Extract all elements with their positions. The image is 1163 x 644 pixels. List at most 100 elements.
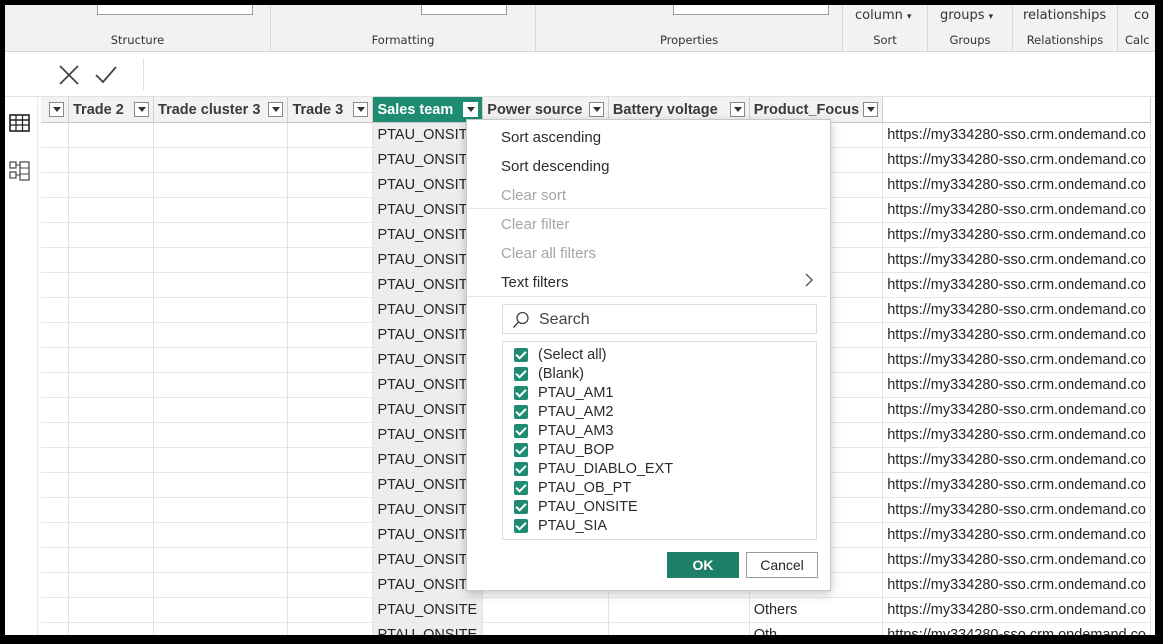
filter-search-box[interactable]	[502, 304, 817, 334]
table-cell[interactable]	[153, 122, 289, 148]
table-cell[interactable]	[41, 272, 69, 298]
table-cell[interactable]	[153, 597, 289, 623]
table-cell[interactable]	[287, 297, 374, 323]
table-cell[interactable]	[287, 222, 374, 248]
table-cell[interactable]	[68, 522, 155, 548]
table-cell[interactable]	[41, 297, 69, 323]
cell-url[interactable]: https://my334280-sso.crm.ondemand.co	[882, 247, 1151, 273]
checkbox-checked-icon[interactable]	[514, 348, 528, 362]
cell-url[interactable]: https://my334280-sso.crm.ondemand.co	[882, 372, 1151, 398]
table-cell[interactable]	[68, 622, 155, 635]
table-cell[interactable]	[153, 147, 289, 173]
checkbox-checked-icon[interactable]	[514, 405, 528, 419]
checkbox-checked-icon[interactable]	[514, 367, 528, 381]
cell-sales-team[interactable]: PTAU_ONSITE	[372, 597, 484, 623]
table-cell[interactable]	[287, 172, 374, 198]
new-column-button[interactable]: co	[1134, 8, 1149, 23]
column-header-trade-2[interactable]: Trade 2	[68, 97, 155, 123]
cell-product-focus[interactable]: Oth	[749, 622, 884, 635]
cell-url[interactable]: https://my334280-sso.crm.ondemand.co	[882, 272, 1151, 298]
filter-option[interactable]: (Blank)	[514, 365, 584, 383]
filter-option[interactable]: (Select all)	[514, 346, 607, 364]
table-cell[interactable]	[41, 522, 69, 548]
search-input[interactable]	[537, 308, 811, 332]
filter-option[interactable]: PTAU_ONSITE	[514, 498, 638, 516]
cell-url[interactable]: https://my334280-sso.crm.ondemand.co	[882, 347, 1151, 373]
table-grid-icon[interactable]	[9, 112, 31, 134]
table-cell[interactable]	[68, 222, 155, 248]
table-cell[interactable]	[41, 222, 69, 248]
column-filter-dropdown[interactable]	[268, 102, 284, 117]
cell-url[interactable]: https://my334280-sso.crm.ondemand.co	[882, 497, 1151, 523]
filter-option[interactable]: PTAU_AM1	[514, 384, 613, 402]
cell-url[interactable]: https://my334280-sso.crm.ondemand.co	[882, 447, 1151, 473]
table-cell[interactable]	[41, 172, 69, 198]
sort-ascending-item[interactable]: Sort ascending	[501, 129, 601, 146]
column-header[interactable]	[41, 97, 69, 123]
table-cell[interactable]	[482, 622, 609, 635]
table-cell[interactable]	[41, 547, 69, 573]
table-cell[interactable]	[41, 197, 69, 223]
column-filter-dropdown[interactable]	[863, 102, 879, 117]
table-cell[interactable]	[41, 247, 69, 273]
cell-url[interactable]: https://my334280-sso.crm.ondemand.co	[882, 547, 1151, 573]
table-cell[interactable]	[287, 422, 374, 448]
table-cell[interactable]	[287, 397, 374, 423]
checkbox-checked-icon[interactable]	[514, 462, 528, 476]
column-filter-dropdown[interactable]	[588, 102, 604, 117]
cell-url[interactable]: https://my334280-sso.crm.ondemand.co	[882, 572, 1151, 598]
table-cell[interactable]	[287, 347, 374, 373]
checkbox-checked-icon[interactable]	[514, 500, 528, 514]
cell-url[interactable]: https://my334280-sso.crm.ondemand.co	[882, 622, 1151, 635]
table-cell[interactable]	[153, 422, 289, 448]
table-cell[interactable]	[41, 497, 69, 523]
table-cell[interactable]	[153, 372, 289, 398]
table-cell[interactable]	[68, 347, 155, 373]
table-cell[interactable]	[68, 297, 155, 323]
column-filter-dropdown[interactable]	[49, 102, 64, 117]
table-cell[interactable]	[41, 347, 69, 373]
cell-url[interactable]: https://my334280-sso.crm.ondemand.co	[882, 172, 1151, 198]
manage-relationships-button[interactable]: relationships	[1023, 8, 1106, 23]
model-icon[interactable]	[9, 160, 31, 182]
table-cell[interactable]	[287, 472, 374, 498]
chevron-right-icon[interactable]	[804, 272, 814, 288]
table-cell[interactable]	[68, 322, 155, 348]
table-cell[interactable]	[287, 497, 374, 523]
table-cell[interactable]	[287, 147, 374, 173]
table-cell[interactable]	[287, 247, 374, 273]
table-cell[interactable]	[287, 622, 374, 635]
cell-url[interactable]: https://my334280-sso.crm.ondemand.co	[882, 422, 1151, 448]
table-cell[interactable]	[153, 222, 289, 248]
sort-by-column-button[interactable]: column ▾	[855, 8, 912, 23]
table-cell[interactable]	[68, 447, 155, 473]
sort-descending-item[interactable]: Sort descending	[501, 158, 609, 175]
table-cell[interactable]	[68, 172, 155, 198]
column-header-trade-3[interactable]: Trade 3	[287, 97, 374, 123]
cell-url[interactable]: https://my334280-sso.crm.ondemand.co	[882, 472, 1151, 498]
text-filters-item[interactable]: Text filters	[501, 274, 569, 291]
checkbox-checked-icon[interactable]	[514, 443, 528, 457]
table-cell[interactable]	[41, 147, 69, 173]
table-cell[interactable]	[68, 122, 155, 148]
ok-button[interactable]: OK	[667, 552, 739, 578]
checkbox-checked-icon[interactable]	[514, 519, 528, 533]
column-filter-dropdown[interactable]	[463, 102, 479, 117]
table-cell[interactable]	[41, 122, 69, 148]
table-cell[interactable]	[68, 422, 155, 448]
table-cell[interactable]	[41, 572, 69, 598]
filter-option[interactable]: PTAU_AM2	[514, 403, 613, 421]
table-cell[interactable]	[153, 322, 289, 348]
table-cell[interactable]	[287, 522, 374, 548]
filter-option[interactable]: PTAU_SIA	[514, 517, 607, 535]
cell-product-focus[interactable]: Others	[749, 597, 884, 623]
cell-url[interactable]: https://my334280-sso.crm.ondemand.co	[882, 297, 1151, 323]
table-cell[interactable]	[41, 472, 69, 498]
table-row[interactable]: PTAU_ONSITE Oth https://my334280-sso.crm.o…	[41, 622, 1151, 635]
filter-option[interactable]: PTAU_BOP	[514, 441, 614, 459]
table-cell[interactable]	[68, 372, 155, 398]
table-cell[interactable]	[287, 447, 374, 473]
table-cell[interactable]	[41, 322, 69, 348]
table-cell[interactable]	[287, 372, 374, 398]
ribbon-properties-field[interactable]	[673, 5, 829, 15]
